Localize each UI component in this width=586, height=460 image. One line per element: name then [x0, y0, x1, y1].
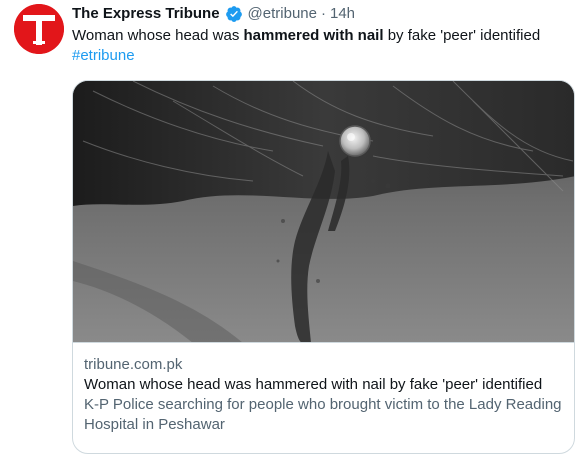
tweet-timestamp[interactable]: 14h: [330, 4, 355, 24]
avatar[interactable]: [14, 4, 64, 54]
card-image[interactable]: [73, 81, 574, 343]
tweet[interactable]: The Express Tribune @etribune · 14h Woma…: [0, 0, 586, 460]
verified-badge-icon: [225, 5, 243, 23]
author-handle[interactable]: @etribune: [248, 4, 317, 24]
card-meta: tribune.com.pk Woman whose head was hamm…: [73, 343, 574, 435]
separator-dot: ·: [320, 5, 326, 22]
tweet-text-part1: Woman whose head was: [72, 27, 244, 44]
card-title: Woman whose head was hammered with nail …: [84, 376, 543, 393]
link-card[interactable]: tribune.com.pk Woman whose head was hamm…: [72, 80, 575, 454]
author-display-name[interactable]: The Express Tribune: [72, 4, 220, 24]
tweet-text-part2: by fake 'peer' identified: [383, 27, 541, 44]
card-domain: tribune.com.pk: [84, 356, 183, 373]
card-description: K-P Police searching for people who brou…: [84, 396, 562, 433]
tweet-text-bold: hammered with nail: [243, 27, 384, 44]
tribune-logo-icon: [14, 4, 64, 54]
tweet-text: Woman whose head was hammered with nail …: [72, 26, 572, 66]
head-photo-image: [73, 81, 574, 342]
tweet-header: The Express Tribune @etribune · 14h: [72, 4, 355, 24]
hashtag-link[interactable]: #etribune: [72, 47, 135, 64]
